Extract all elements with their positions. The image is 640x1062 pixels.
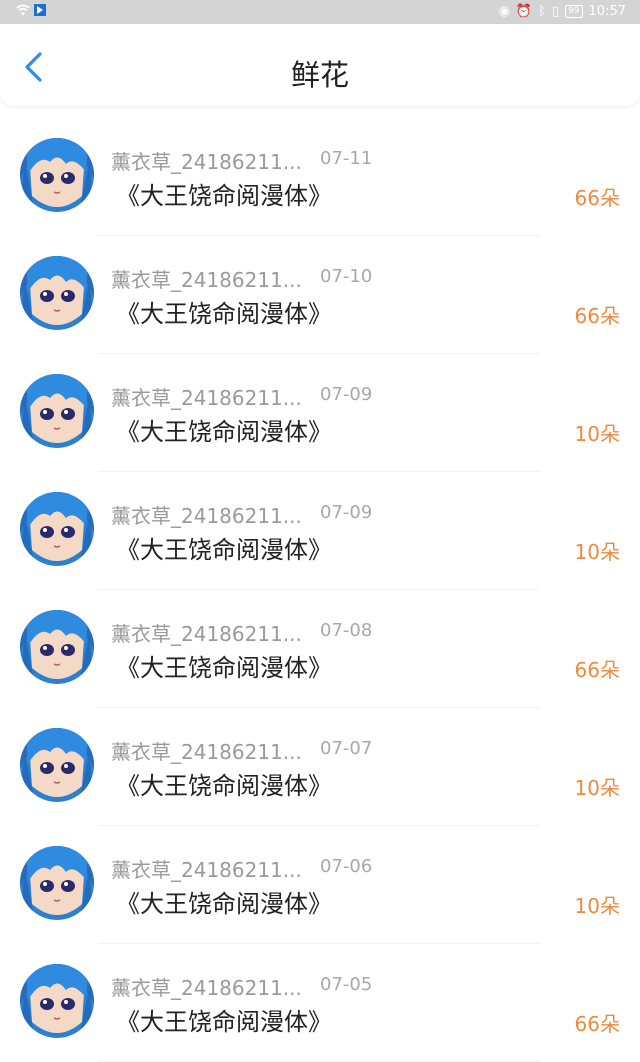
record-date: 07-10 — [320, 266, 373, 287]
list-item[interactable]: 薰衣草_24186211... 07-09 《大王饶命阅漫体》 10朵 — [0, 354, 640, 472]
flower-count: 10朵 — [574, 540, 620, 564]
book-title: 《大王饶命阅漫体》 — [116, 536, 332, 564]
record-date: 07-09 — [320, 384, 373, 405]
avatar[interactable] — [20, 846, 94, 920]
flower-count: 66朵 — [574, 186, 620, 210]
record-date: 07-07 — [320, 738, 373, 759]
list-item[interactable]: 薰衣草_24186211... 07-08 《大王饶命阅漫体》 66朵 — [0, 590, 640, 708]
record-date: 07-09 — [320, 502, 373, 523]
list-item[interactable]: 薰衣草_24186211... 07-05 《大王饶命阅漫体》 66朵 — [0, 944, 640, 1062]
book-title: 《大王饶命阅漫体》 — [116, 182, 332, 210]
vibrate-icon: ▯ — [551, 4, 560, 19]
flower-record-list: 薰衣草_24186211... 07-11 《大王饶命阅漫体》 66朵 薰衣草_… — [0, 118, 640, 1062]
flower-count: 66朵 — [574, 1012, 620, 1036]
book-title: 《大王饶命阅漫体》 — [116, 890, 332, 918]
avatar[interactable] — [20, 492, 94, 566]
flower-count: 66朵 — [574, 658, 620, 682]
book-title: 《大王饶命阅漫体》 — [116, 300, 332, 328]
user-name: 薰衣草_24186211... — [111, 150, 302, 174]
record-date: 07-05 — [320, 974, 373, 995]
avatar[interactable] — [20, 138, 94, 212]
eye-icon: ◉ — [498, 4, 510, 19]
record-date: 07-06 — [320, 856, 373, 877]
alarm-icon: ⏰ — [515, 4, 533, 19]
book-title: 《大王饶命阅漫体》 — [116, 418, 332, 446]
wifi-icon — [16, 4, 30, 15]
book-title: 《大王饶命阅漫体》 — [116, 772, 332, 800]
user-name: 薰衣草_24186211... — [111, 622, 302, 646]
list-item[interactable]: 薰衣草_24186211... 07-11 《大王饶命阅漫体》 66朵 — [0, 118, 640, 236]
status-bar: ◉ ⏰ ᛒ ▯ 99 10:57 — [0, 0, 640, 24]
book-title: 《大王饶命阅漫体》 — [116, 1008, 332, 1036]
flower-count: 10朵 — [574, 422, 620, 446]
user-name: 薰衣草_24186211... — [111, 740, 302, 764]
record-date: 07-11 — [320, 148, 373, 169]
bluetooth-icon: ᛒ — [538, 4, 546, 19]
header-bar: 鲜花 — [0, 24, 640, 106]
battery-icon: 99 — [565, 5, 583, 18]
status-right: ◉ ⏰ ᛒ ▯ 99 10:57 — [499, 4, 626, 19]
list-item[interactable]: 薰衣草_24186211... 07-10 《大王饶命阅漫体》 66朵 — [0, 236, 640, 354]
notification-icon — [34, 4, 46, 16]
flower-count: 66朵 — [574, 304, 620, 328]
avatar[interactable] — [20, 256, 94, 330]
list-item[interactable]: 薰衣草_24186211... 07-07 《大王饶命阅漫体》 10朵 — [0, 708, 640, 826]
flower-count: 10朵 — [574, 894, 620, 918]
avatar[interactable] — [20, 374, 94, 448]
avatar[interactable] — [20, 610, 94, 684]
user-name: 薰衣草_24186211... — [111, 858, 302, 882]
status-left — [16, 4, 46, 16]
avatar[interactable] — [20, 964, 94, 1038]
list-item[interactable]: 薰衣草_24186211... 07-06 《大王饶命阅漫体》 10朵 — [0, 826, 640, 944]
clock-time: 10:57 — [588, 4, 626, 19]
page-title: 鲜花 — [290, 58, 349, 92]
flower-count: 10朵 — [574, 776, 620, 800]
user-name: 薰衣草_24186211... — [111, 386, 302, 410]
avatar[interactable] — [20, 728, 94, 802]
list-item[interactable]: 薰衣草_24186211... 07-09 《大王饶命阅漫体》 10朵 — [0, 472, 640, 590]
book-title: 《大王饶命阅漫体》 — [116, 654, 332, 682]
user-name: 薰衣草_24186211... — [111, 976, 302, 1000]
record-date: 07-08 — [320, 620, 373, 641]
user-name: 薰衣草_24186211... — [111, 268, 302, 292]
user-name: 薰衣草_24186211... — [111, 504, 302, 528]
